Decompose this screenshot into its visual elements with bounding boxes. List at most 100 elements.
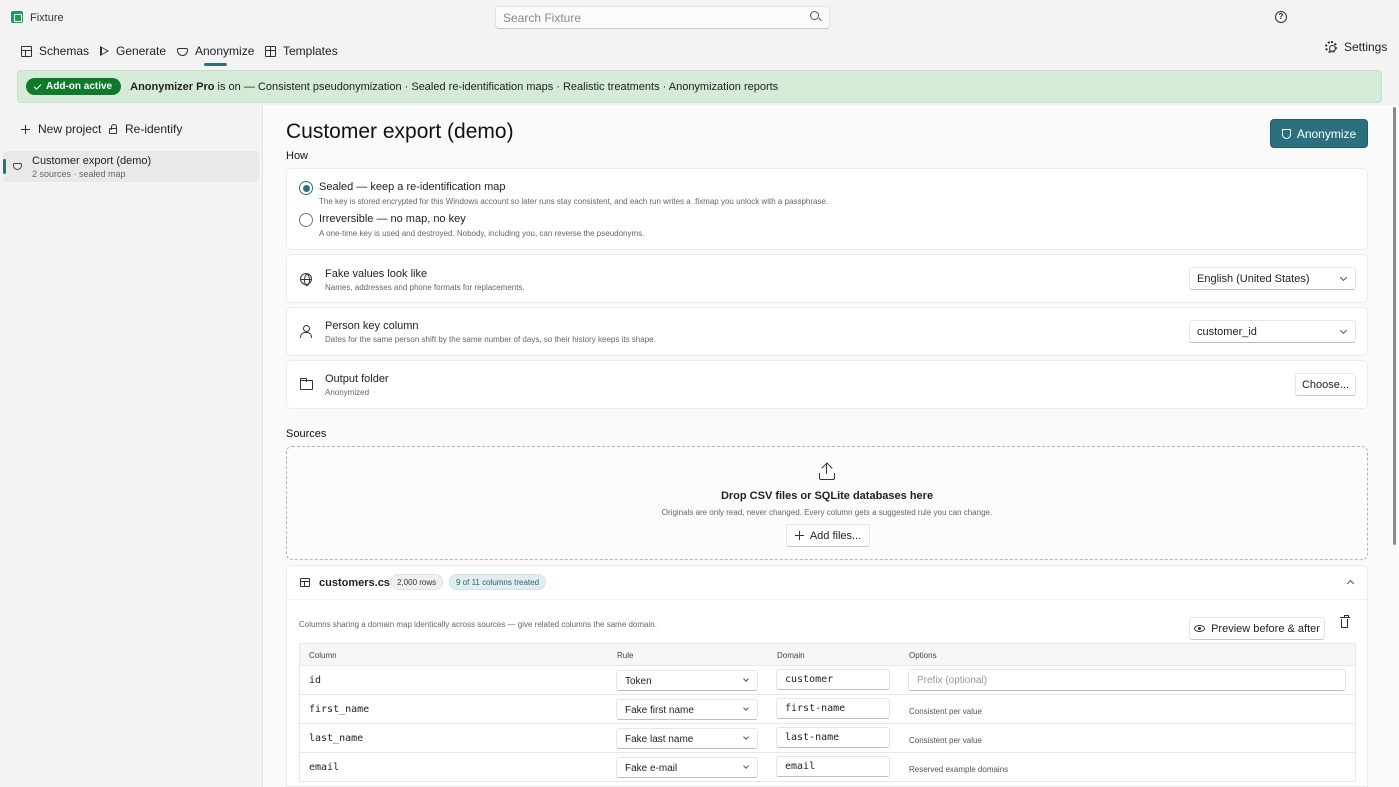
upload-icon — [819, 462, 835, 480]
chevron-up-icon[interactable] — [1346, 579, 1355, 588]
tab-schemas[interactable]: Schemas — [21, 40, 89, 62]
source-card: customers.csv 2,000 rows 9 of 11 columns… — [286, 565, 1368, 787]
title-bar: Fixture ? — [0, 0, 1399, 36]
main-panel: Customer export (demo) Anonymize How Sea… — [262, 105, 1399, 787]
settings-button[interactable]: Settings — [1325, 40, 1387, 54]
mode-sealed-title: Sealed — keep a re-identification map — [319, 181, 506, 193]
person-key-desc: Dates for the same person shift by the s… — [325, 335, 656, 344]
tab-anonymize[interactable]: Anonymize — [177, 40, 254, 66]
domain-input[interactable] — [776, 669, 890, 690]
rule-select[interactable]: Fake last name — [616, 728, 758, 749]
person-key-setting: Person key column Dates for the same per… — [286, 307, 1368, 356]
output-title: Output folder — [325, 373, 389, 385]
source-note: Columns sharing a domain map identically… — [299, 620, 657, 629]
addon-active-badge: Add-on active — [26, 78, 122, 95]
table-row: last_name Fake last name Consistent per … — [300, 724, 1355, 753]
table-row: id Token — [300, 666, 1355, 695]
new-project-button[interactable]: New project — [21, 122, 101, 136]
choose-label: Choose... — [1301, 378, 1350, 391]
table-icon — [300, 578, 310, 587]
addon-banner: Add-on active Anonymizer Pro is on — Con… — [17, 70, 1382, 103]
project-subtitle: 2 sources · sealed map — [32, 169, 126, 179]
table-row: first_name Fake first name Consistent pe… — [300, 695, 1355, 724]
add-files-button[interactable]: Add files... — [786, 524, 870, 547]
reidentify-label: Re-identify — [125, 122, 183, 136]
search-input[interactable] — [495, 6, 830, 29]
person-key-select[interactable]: customer_id — [1189, 320, 1356, 343]
banner-product: Anonymizer Pro — [130, 80, 215, 93]
rule-select[interactable]: Token — [616, 670, 758, 691]
locale-value: English (United States) — [1197, 273, 1310, 285]
mask-icon — [13, 163, 22, 170]
scrollbar[interactable] — [1393, 107, 1396, 545]
mode-sealed-desc: The key is stored encrypted for this Win… — [319, 197, 829, 206]
domain-input[interactable] — [776, 698, 890, 719]
mode-irreversible-title: Irreversible — no map, no key — [319, 213, 466, 225]
output-folder-setting: Output folder Anonymized Choose... — [286, 360, 1368, 409]
main-nav: Schemas Generate Anonymize Templates — [0, 36, 1399, 66]
option-text: Consistent per value — [909, 707, 982, 716]
person-key-value: customer_id — [1197, 326, 1257, 338]
column-name: first_name — [309, 704, 370, 715]
table-row: email Fake e-mail Reserved example domai… — [300, 753, 1355, 782]
folder-icon — [300, 378, 313, 390]
column-name: last_name — [309, 733, 364, 744]
header-rule: Rule — [617, 651, 634, 660]
mode-irreversible-desc: A one-time key is used and destroyed. No… — [319, 229, 645, 238]
domain-input[interactable] — [776, 756, 890, 777]
rule-select[interactable]: Fake e-mail — [616, 757, 758, 778]
grid-icon — [265, 45, 276, 57]
locale-setting: Fake values look like Names, addresses a… — [286, 254, 1368, 303]
banner-description: is on — Consistent pseudonymization · Se… — [214, 80, 779, 93]
locale-select[interactable]: English (United States) — [1189, 267, 1356, 290]
anonymize-button[interactable]: Anonymize — [1270, 119, 1368, 148]
mode-irreversible-option[interactable]: Irreversible — no map, no key A one-time… — [299, 213, 644, 238]
header-column: Column — [309, 651, 337, 660]
rule-value: Fake last name — [625, 734, 694, 745]
project-item[interactable]: Customer export (demo) 2 sources · seale… — [3, 151, 259, 182]
new-project-label: New project — [38, 122, 102, 136]
project-title: Customer export (demo) — [32, 155, 152, 167]
tab-templates[interactable]: Templates — [265, 40, 338, 62]
tab-templates-label: Templates — [283, 44, 338, 58]
table-header: Column Rule Domain Options — [300, 644, 1355, 666]
domain-input[interactable] — [776, 727, 890, 748]
mode-sealed-option[interactable]: Sealed — keep a re-identification map Th… — [299, 181, 828, 206]
dropzone-title: Drop CSV files or SQLite databases here — [720, 490, 934, 502]
source-header[interactable]: customers.csv 2,000 rows 9 of 11 columns… — [287, 566, 1367, 600]
plus-icon — [21, 124, 30, 134]
choose-folder-button[interactable]: Choose... — [1295, 373, 1356, 396]
radio-sealed[interactable] — [299, 181, 313, 195]
person-icon — [300, 325, 312, 338]
locale-desc: Names, addresses and phone formats for r… — [325, 283, 525, 292]
app-title: Fixture — [30, 12, 64, 24]
reidentify-button[interactable]: Re-identify — [109, 122, 182, 136]
tab-generate[interactable]: Generate — [100, 40, 166, 62]
treated-badge: 9 of 11 columns treated — [449, 574, 547, 590]
eye-icon — [1194, 625, 1206, 632]
gear-icon — [1325, 41, 1337, 53]
rule-value: Fake first name — [625, 705, 694, 716]
chevron-down-icon — [1339, 326, 1348, 335]
search-icon[interactable] — [810, 11, 819, 20]
prefix-input[interactable] — [908, 669, 1346, 691]
rows-badge: 2,000 rows — [390, 574, 444, 590]
trash-icon[interactable] — [1339, 615, 1350, 628]
globe-icon — [300, 273, 312, 286]
dropzone-desc: Originals are only read, never changed. … — [661, 508, 993, 517]
help-icon[interactable]: ? — [1275, 11, 1287, 23]
file-dropzone[interactable]: Drop CSV files or SQLite databases here … — [286, 446, 1368, 560]
mask-icon — [177, 47, 188, 56]
rule-select[interactable]: Fake first name — [616, 699, 758, 720]
radio-irreversible[interactable] — [299, 213, 313, 227]
tab-generate-label: Generate — [116, 44, 167, 58]
header-options: Options — [909, 651, 937, 660]
chevron-down-icon — [1339, 273, 1348, 282]
chevron-down-icon — [743, 676, 749, 682]
play-icon — [100, 46, 109, 56]
preview-button[interactable]: Preview before & after — [1189, 617, 1325, 640]
rule-value: Token — [625, 676, 652, 687]
option-text: Reserved example domains — [909, 765, 1009, 774]
check-icon — [33, 81, 42, 90]
mode-card: Sealed — keep a re-identification map Th… — [286, 168, 1368, 250]
